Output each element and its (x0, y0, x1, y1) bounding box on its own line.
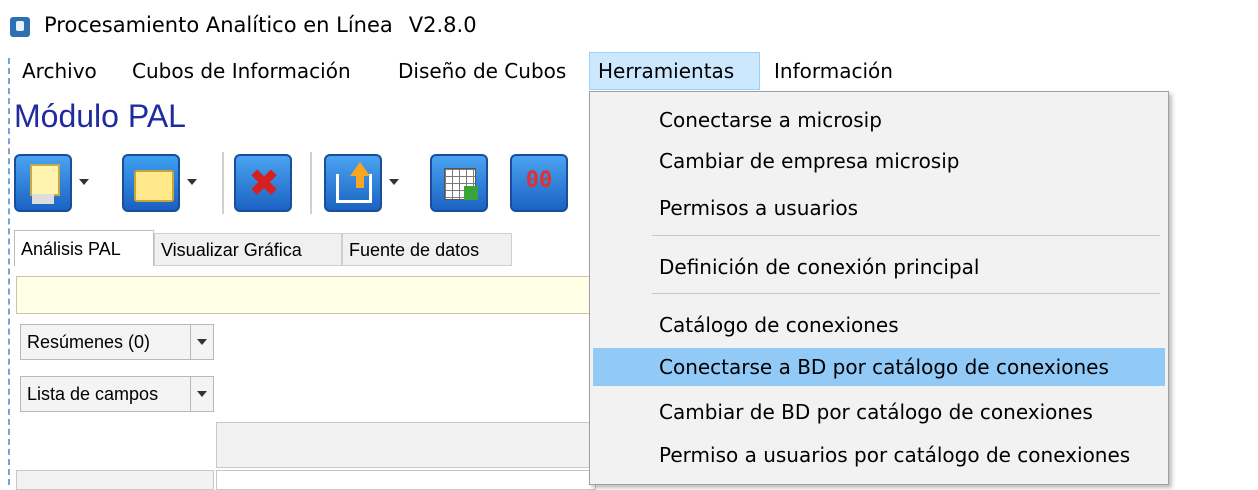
tab-fuente-de-datos[interactable]: Fuente de datos (342, 233, 512, 266)
grid-icon-badge (464, 186, 478, 200)
save-icon (30, 164, 60, 196)
menu-item-conectarse-bd-catalogo[interactable]: Conectarse a BD por catálogo de conexion… (593, 348, 1165, 386)
menu-separator (652, 235, 1160, 236)
export-arrow-head (350, 162, 370, 176)
export-arrow-stem (356, 174, 364, 188)
tab-visualizar-grafica[interactable]: Visualizar Gráfica (154, 233, 342, 266)
menu-item-cambiar-bd-catalogo[interactable]: Cambiar de BD por catálogo de conexiones (593, 393, 1165, 431)
menu-diseno-de-cubos[interactable]: Diseño de Cubos (390, 52, 574, 90)
app-icon (10, 17, 30, 37)
grid-button[interactable] (430, 154, 488, 212)
link-button[interactable]: 00 (510, 154, 568, 212)
save-icon-label-area (32, 194, 54, 204)
link-icon: 00 (525, 168, 553, 193)
export-dropdown-arrow[interactable] (386, 172, 402, 192)
herramientas-menu: Conectarse a microsip Cambiar de empresa… (589, 91, 1169, 485)
fields-dropdown[interactable]: Lista de campos (20, 376, 214, 412)
toolbar-separator (222, 152, 224, 214)
menu-bar: Archivo Cubos de Información Diseño de C… (0, 52, 1258, 92)
toolbar: ✖ 00 (12, 150, 592, 216)
open-folder-icon (134, 170, 174, 202)
filter-bar[interactable] (16, 276, 596, 314)
focus-border (8, 58, 10, 485)
menu-item-permiso-usuarios-catalogo[interactable]: Permiso a usuarios por catálogo de conex… (593, 436, 1165, 474)
menu-informacion[interactable]: Información (766, 52, 901, 90)
menu-item-conectarse-microsip[interactable]: Conectarse a microsip (593, 101, 1165, 139)
window-title: Procesamiento Analítico en Línea V2.8.0 (44, 13, 477, 37)
export-icon (336, 174, 372, 203)
window-title-text: Procesamiento Analítico en Línea (44, 13, 393, 37)
chevron-down-icon (190, 325, 213, 359)
menu-item-definicion-conexion-principal[interactable]: Definición de conexión principal (593, 248, 1165, 286)
menu-item-permisos-usuarios[interactable]: Permisos a usuarios (593, 189, 1165, 227)
menu-herramientas[interactable]: Herramientas (589, 52, 760, 90)
pivot-data-area (216, 470, 596, 490)
menu-item-cambiar-empresa-microsip[interactable]: Cambiar de empresa microsip (593, 142, 1165, 180)
version-label: V2.8.0 (408, 13, 477, 37)
delete-button[interactable]: ✖ (234, 154, 292, 212)
toolbar-separator (310, 152, 312, 214)
fields-label: Lista de campos (27, 384, 159, 404)
tab-analisis-pal[interactable]: Análisis PAL (14, 230, 154, 266)
chevron-down-icon (190, 377, 213, 411)
delete-icon: ✖ (248, 161, 280, 205)
title-bar: Procesamiento Analítico en Línea V2.8.0 (0, 0, 1258, 50)
menu-item-catalogo-conexiones[interactable]: Catálogo de conexiones (593, 306, 1165, 344)
menu-cubos-de-informacion[interactable]: Cubos de Información (124, 52, 359, 90)
summaries-label: Resúmenes (0) (27, 332, 151, 352)
open-button[interactable] (122, 154, 180, 212)
menu-archivo[interactable]: Archivo (14, 52, 105, 90)
module-title: Módulo PAL (14, 98, 186, 134)
save-button[interactable] (14, 154, 72, 212)
open-dropdown-arrow[interactable] (184, 172, 200, 192)
pivot-column-header (216, 422, 596, 468)
pivot-row-header (16, 470, 214, 490)
menu-separator (652, 293, 1160, 294)
save-dropdown-arrow[interactable] (76, 172, 92, 192)
export-button[interactable] (324, 154, 382, 212)
summaries-dropdown[interactable]: Resúmenes (0) (20, 324, 214, 360)
